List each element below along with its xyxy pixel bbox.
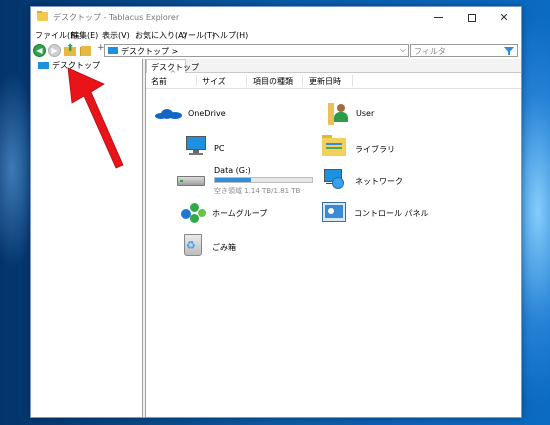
minimize-icon xyxy=(433,17,443,18)
close-icon: ✕ xyxy=(499,11,509,24)
item-label: Data (G:) xyxy=(214,166,251,175)
menu-edit[interactable]: 編集(E) xyxy=(71,30,98,41)
column-separator[interactable] xyxy=(302,75,303,86)
maximize-button[interactable] xyxy=(455,7,489,28)
up-folder-button[interactable]: ⬆ xyxy=(64,43,77,57)
column-name[interactable]: 名前 xyxy=(151,76,167,87)
item-drive-g[interactable]: Data (G:) 空き領域 1.14 TB/1.81 TB xyxy=(177,162,322,198)
desktop-icon xyxy=(38,62,49,69)
folder-tree-button[interactable] xyxy=(80,44,94,57)
folder-icon xyxy=(81,46,91,56)
item-label: ホームグループ xyxy=(212,209,268,218)
address-bar[interactable]: デスクトップ > ⌵ xyxy=(104,44,409,57)
column-separator[interactable] xyxy=(246,75,247,86)
tab-strip: デスクトップ xyxy=(146,59,521,73)
item-label: ライブラリ xyxy=(355,145,395,154)
back-button[interactable]: ◀ xyxy=(33,44,46,57)
menu-help[interactable]: ヘルプ(H) xyxy=(212,30,248,41)
toolbar: ◀ ▶ ⬆ + デスクトップ > ⌵ フィルタ xyxy=(31,41,521,59)
explorer-window: デスクトップ - Tablacus Explorer ✕ ファイル(F) 編集(… xyxy=(30,6,522,418)
column-separator[interactable] xyxy=(352,75,353,86)
capacity-bar-fill xyxy=(215,178,251,182)
back-arrow-icon: ◀ xyxy=(36,46,43,55)
maximize-icon xyxy=(468,13,476,22)
column-type[interactable]: 項目の種類 xyxy=(253,76,293,87)
item-user[interactable]: User xyxy=(328,101,438,127)
item-recycle-bin[interactable]: ♻ ごみ箱 xyxy=(181,232,281,258)
filter-icon-stem xyxy=(508,52,510,55)
network-icon xyxy=(322,169,346,193)
item-onedrive[interactable]: OneDrive xyxy=(151,101,281,127)
file-list: OneDrive User PC ライブラリ Data (G:) 空き領域 1.… xyxy=(146,89,521,417)
chevron-down-icon[interactable]: ⌵ xyxy=(400,45,406,55)
control-panel-icon xyxy=(322,201,346,225)
menu-tools[interactable]: ツール(T) xyxy=(180,30,215,41)
item-library[interactable]: ライブラリ xyxy=(322,134,432,160)
menu-favorites[interactable]: お気に入り(A) xyxy=(135,30,187,41)
tree-item-label: デスクトップ xyxy=(52,61,100,70)
item-label: PC xyxy=(214,144,225,153)
capacity-bar xyxy=(214,177,313,183)
item-homegroup[interactable]: ホームグループ xyxy=(181,201,301,227)
column-modified[interactable]: 更新日時 xyxy=(309,76,341,87)
filter-placeholder: フィルタ xyxy=(414,47,446,56)
item-label: コントロール パネル xyxy=(354,209,429,218)
forward-button[interactable]: ▶ xyxy=(48,44,61,57)
menu-view[interactable]: 表示(V) xyxy=(102,30,130,41)
address-text: デスクトップ > xyxy=(121,47,179,56)
item-network[interactable]: ネットワーク xyxy=(322,169,442,195)
up-arrow-icon: ⬆ xyxy=(66,43,75,54)
library-icon xyxy=(322,134,346,158)
pc-icon xyxy=(184,134,208,158)
folder-icon xyxy=(37,12,48,21)
column-separator[interactable] xyxy=(196,75,197,86)
desktop-icon xyxy=(108,47,118,54)
item-label: User xyxy=(356,109,375,118)
recycle-bin-icon: ♻ xyxy=(181,232,205,258)
column-size[interactable]: サイズ xyxy=(202,76,226,87)
onedrive-icon xyxy=(155,109,183,119)
forward-arrow-icon: ▶ xyxy=(51,46,58,55)
close-button[interactable]: ✕ xyxy=(487,7,521,28)
title-bar[interactable]: デスクトップ - Tablacus Explorer ✕ xyxy=(31,7,521,28)
filter-input[interactable]: フィルタ xyxy=(410,44,518,57)
window-title: デスクトップ - Tablacus Explorer xyxy=(53,13,180,22)
tab-desktop[interactable]: デスクトップ xyxy=(146,59,199,73)
folder-tree-pane: デスクトップ xyxy=(31,59,143,417)
item-pc[interactable]: PC xyxy=(184,134,284,160)
drive-icon xyxy=(177,170,205,190)
item-label: OneDrive xyxy=(188,109,226,118)
column-headers: 名前 ^ サイズ 項目の種類 更新日時 xyxy=(146,70,521,89)
homegroup-icon xyxy=(181,201,207,225)
minimize-button[interactable] xyxy=(421,7,455,28)
capacity-info: 空き領域 1.14 TB/1.81 TB xyxy=(214,187,301,195)
item-control-panel[interactable]: コントロール パネル xyxy=(322,201,452,227)
sort-ascending-icon: ^ xyxy=(170,70,176,78)
item-label: ネットワーク xyxy=(355,177,403,186)
item-label: ごみ箱 xyxy=(212,243,236,252)
folder-icon-tab xyxy=(37,11,42,13)
user-folder-icon xyxy=(328,101,352,127)
menu-bar: ファイル(F) 編集(E) 表示(V) お気に入り(A) ツール(T) ヘルプ(… xyxy=(31,28,521,41)
